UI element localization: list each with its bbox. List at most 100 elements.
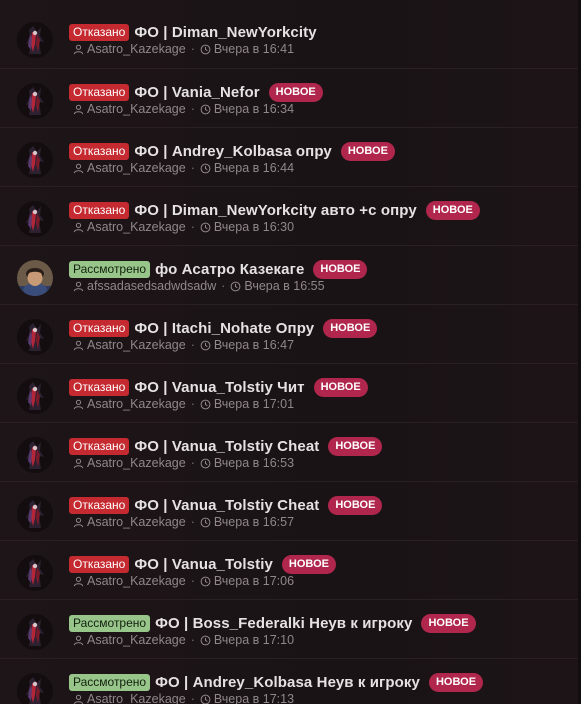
- status-prefix[interactable]: Отказано: [69, 142, 130, 160]
- clock-icon: [200, 635, 211, 646]
- thread-row[interactable]: Отказано ФО | Diman_NewYorkcity авто +с о…: [0, 187, 581, 246]
- thread-row[interactable]: Отказано ФО | Vanua_Tolstiy Чит НОВОЕ Asatr…: [0, 364, 581, 423]
- status-prefix[interactable]: Рассмотрено: [69, 614, 151, 632]
- status-prefix[interactable]: Рассмотрено: [69, 260, 151, 278]
- meta-separator: ·: [190, 42, 195, 56]
- clock-icon: [200, 458, 211, 469]
- thread-date-link[interactable]: Вчера в 17:13: [214, 692, 294, 704]
- author-link[interactable]: Asatro_Kazekage: [87, 633, 186, 647]
- new-badge: НОВОЕ: [328, 436, 383, 456]
- avatar[interactable]: [17, 260, 53, 296]
- status-prefix[interactable]: Отказано: [69, 496, 130, 514]
- avatar[interactable]: [17, 437, 53, 473]
- thread-title-link[interactable]: ФО | Itachi_Nohate Опру: [134, 320, 314, 337]
- user-icon: [73, 44, 84, 55]
- avatar[interactable]: [17, 378, 53, 414]
- new-badge: НОВОЕ: [313, 377, 368, 397]
- author-link[interactable]: Asatro_Kazekage: [87, 42, 186, 56]
- thread-title-line: Отказано ФО | Diman_NewYorkcity авто +с о…: [69, 200, 480, 220]
- avatar[interactable]: [17, 22, 53, 58]
- thread-date-link[interactable]: Вчера в 16:57: [214, 515, 294, 529]
- thread-date-link[interactable]: Вчера в 17:01: [214, 397, 294, 411]
- thread-title-link[interactable]: ФО | Andrey_Kolbasa Неув к игроку: [155, 674, 420, 691]
- thread-date-link[interactable]: Вчера в 16:47: [214, 338, 294, 352]
- author-link[interactable]: Asatro_Kazekage: [87, 220, 186, 234]
- status-prefix[interactable]: Отказано: [69, 201, 130, 219]
- thread-date-link[interactable]: Вчера в 16:34: [214, 102, 294, 116]
- user-icon: [73, 635, 84, 646]
- avatar[interactable]: [17, 673, 53, 704]
- author-link[interactable]: Asatro_Kazekage: [87, 574, 186, 588]
- thread-date-link[interactable]: Вчера в 17:06: [214, 574, 294, 588]
- thread-row[interactable]: Отказано ФО | Vanua_Tolstiy Cheat НОВОЕ Asa…: [0, 423, 581, 482]
- thread-row[interactable]: Рассмотрено ФО | Andrey_Kolbasa Неув к иг…: [0, 659, 581, 704]
- thread-row[interactable]: Рассмотрено ФО | Boss_Federalki Неув к иг…: [0, 600, 581, 659]
- thread-row[interactable]: Рассмотрено фо Асатро Казекаге НОВОЕ afssad…: [0, 246, 581, 305]
- author-link[interactable]: Asatro_Kazekage: [87, 515, 186, 529]
- thread-date-link[interactable]: Вчера в 16:55: [244, 279, 324, 293]
- thread-meta: Asatro_Kazekage · Вчера в 17:01: [73, 397, 294, 411]
- thread-date-link[interactable]: Вчера в 16:30: [214, 220, 294, 234]
- thread-title-line: Отказано ФО | Vanua_Tolstiy Cheat НОВОЕ: [69, 436, 383, 456]
- thread-meta: Asatro_Kazekage · Вчера в 17:06: [73, 574, 294, 588]
- thread-date-link[interactable]: Вчера в 16:41: [214, 42, 294, 56]
- thread-title-link[interactable]: ФО | Vania_Nefor: [134, 84, 259, 101]
- avatar[interactable]: [17, 142, 53, 178]
- clock-icon: [200, 517, 211, 528]
- author-link[interactable]: Asatro_Kazekage: [87, 338, 186, 352]
- new-badge: НОВОЕ: [425, 200, 480, 220]
- avatar[interactable]: [17, 614, 53, 650]
- thread-title-line: Отказано ФО | Vanua_Tolstiy Cheat НОВОЕ: [69, 495, 383, 515]
- thread-title-line: Отказано ФО | Vanua_Tolstiy Чит НОВОЕ: [69, 377, 368, 397]
- thread-title-line: Отказано ФО | Diman_NewYorkcity: [69, 22, 317, 42]
- thread-row[interactable]: Отказано ФО | Vanua_Tolstiy Cheat НОВОЕ Asa…: [0, 482, 581, 541]
- meta-separator: ·: [190, 515, 195, 529]
- thread-title-link[interactable]: ФО | Vanua_Tolstiy Cheat: [134, 438, 319, 455]
- thread-title-link[interactable]: ФО | Boss_Federalki Неув к игроку: [155, 615, 412, 632]
- status-prefix[interactable]: Отказано: [69, 23, 130, 41]
- author-link[interactable]: Asatro_Kazekage: [87, 397, 186, 411]
- thread-row[interactable]: Отказано ФО | Vania_Nefor НОВОЕ Asatro_Kaze…: [0, 69, 581, 128]
- clock-icon: [200, 163, 211, 174]
- user-icon: [73, 517, 84, 528]
- avatar[interactable]: [17, 496, 53, 532]
- clock-icon: [230, 281, 241, 292]
- thread-title-link[interactable]: ФО | Vanua_Tolstiy Чит: [134, 379, 304, 396]
- user-icon: [73, 576, 84, 587]
- thread-title-link[interactable]: ФО | Vanua_Tolstiy Cheat: [134, 497, 319, 514]
- author-link[interactable]: Asatro_Kazekage: [87, 102, 186, 116]
- thread-row[interactable]: Отказано ФО | Andrey_Kolbasa опру НОВОЕ Asa…: [0, 128, 581, 187]
- thread-meta: Asatro_Kazekage · Вчера в 16:30: [73, 220, 294, 234]
- status-prefix[interactable]: Отказано: [69, 437, 130, 455]
- thread-row[interactable]: Отказано ФО | Itachi_Nohate Опру НОВОЕ Asat…: [0, 305, 581, 364]
- thread-title-link[interactable]: ФО | Vanua_Tolstiy: [134, 556, 273, 573]
- new-badge: НОВОЕ: [323, 318, 378, 338]
- status-prefix[interactable]: Отказано: [69, 378, 130, 396]
- author-link[interactable]: Asatro_Kazekage: [87, 161, 186, 175]
- thread-title-link[interactable]: фо Асатро Казекаге: [155, 261, 304, 278]
- thread-row[interactable]: Отказано ФО | Diman_NewYorkcity Asatro_Kaz…: [0, 0, 581, 69]
- avatar[interactable]: [17, 555, 53, 591]
- user-icon: [73, 222, 84, 233]
- user-icon: [73, 281, 84, 292]
- thread-date-link[interactable]: Вчера в 17:10: [214, 633, 294, 647]
- thread-row[interactable]: Отказано ФО | Vanua_Tolstiy НОВОЕ Asatro_Ka…: [0, 541, 581, 600]
- status-prefix[interactable]: Отказано: [69, 319, 130, 337]
- thread-title-link[interactable]: ФО | Diman_NewYorkcity: [134, 24, 316, 41]
- new-badge: НОВОЕ: [281, 554, 336, 574]
- new-badge: НОВОЕ: [268, 82, 323, 102]
- thread-date-link[interactable]: Вчера в 16:53: [214, 456, 294, 470]
- author-link[interactable]: afssadasedsadwdsadw: [87, 279, 216, 293]
- avatar[interactable]: [17, 319, 53, 355]
- thread-title-link[interactable]: ФО | Diman_NewYorkcity авто +с опру: [134, 202, 416, 219]
- new-badge: НОВОЕ: [428, 672, 484, 692]
- thread-date-link[interactable]: Вчера в 16:44: [214, 161, 294, 175]
- avatar[interactable]: [17, 201, 53, 237]
- author-link[interactable]: Asatro_Kazekage: [87, 692, 186, 704]
- status-prefix[interactable]: Рассмотрено: [69, 673, 151, 691]
- avatar[interactable]: [17, 83, 53, 119]
- status-prefix[interactable]: Отказано: [69, 555, 130, 573]
- status-prefix[interactable]: Отказано: [69, 83, 130, 101]
- thread-title-link[interactable]: ФО | Andrey_Kolbasa опру: [134, 143, 331, 160]
- author-link[interactable]: Asatro_Kazekage: [87, 456, 186, 470]
